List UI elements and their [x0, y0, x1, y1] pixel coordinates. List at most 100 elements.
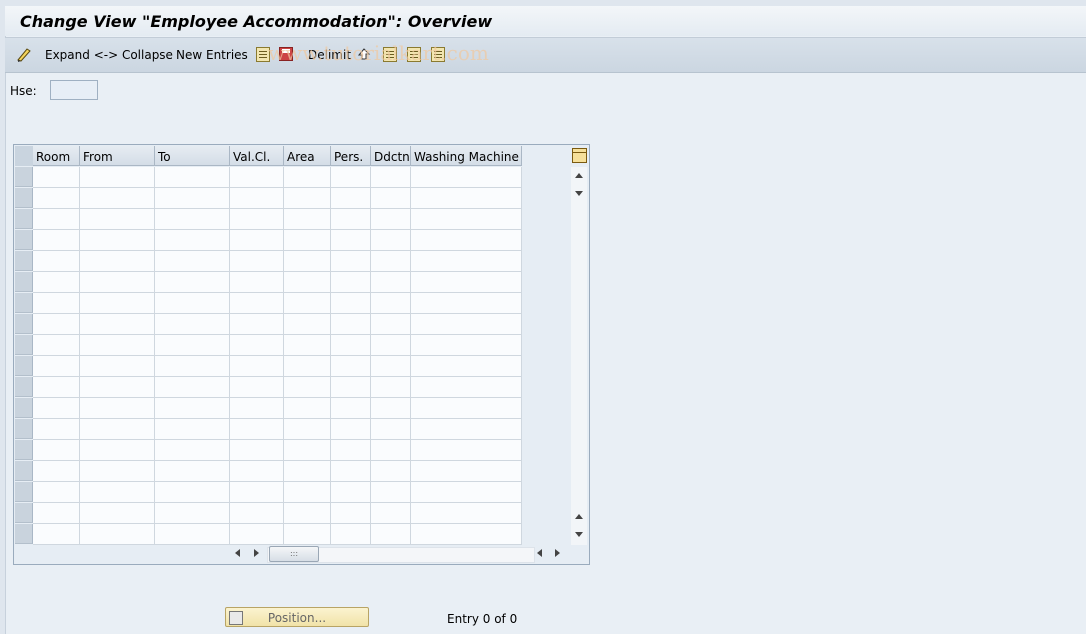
table-cell[interactable]: [411, 356, 522, 377]
table-cell[interactable]: [411, 209, 522, 230]
table-cell[interactable]: [284, 398, 331, 419]
table-cell[interactable]: [371, 314, 411, 335]
table-cell[interactable]: [155, 419, 230, 440]
table-cell[interactable]: [80, 272, 155, 293]
table-cell[interactable]: [371, 461, 411, 482]
table-cell[interactable]: [284, 209, 331, 230]
table-cell[interactable]: [284, 377, 331, 398]
table-cell[interactable]: [155, 230, 230, 251]
scroll-page-right-icon[interactable]: [555, 549, 560, 557]
table-cell[interactable]: [284, 314, 331, 335]
table-cell[interactable]: [411, 461, 522, 482]
table-cell[interactable]: [80, 230, 155, 251]
table-cell[interactable]: [371, 356, 411, 377]
table-cell[interactable]: [284, 335, 331, 356]
table-cell[interactable]: [284, 356, 331, 377]
table-cell[interactable]: [33, 398, 80, 419]
table-cell[interactable]: [371, 167, 411, 188]
table-cell[interactable]: [33, 524, 80, 545]
table-cell[interactable]: [371, 440, 411, 461]
table-cell[interactable]: [284, 272, 331, 293]
table-cell[interactable]: [33, 503, 80, 524]
table-cell[interactable]: [371, 272, 411, 293]
row-selector[interactable]: [15, 503, 33, 523]
column-header[interactable]: Val.Cl.: [230, 146, 284, 166]
table-cell[interactable]: [33, 293, 80, 314]
table-cell[interactable]: [331, 398, 371, 419]
scroll-down-icon[interactable]: [575, 191, 583, 196]
column-header[interactable]: Ddctn: [371, 146, 411, 166]
table-cell[interactable]: [230, 524, 284, 545]
table-cell[interactable]: [33, 314, 80, 335]
table-cell[interactable]: [371, 482, 411, 503]
table-cell[interactable]: [230, 440, 284, 461]
table-cell[interactable]: [230, 419, 284, 440]
table-cell[interactable]: [80, 419, 155, 440]
table-cell[interactable]: [80, 167, 155, 188]
scroll-page-left-icon[interactable]: [537, 549, 542, 557]
table-cell[interactable]: [80, 209, 155, 230]
row-selector[interactable]: [15, 482, 33, 502]
new-entries-button[interactable]: New Entries: [176, 48, 248, 62]
table-cell[interactable]: [230, 461, 284, 482]
scroll-page-up-icon[interactable]: [575, 514, 583, 519]
table-cell[interactable]: [411, 524, 522, 545]
row-selector[interactable]: [15, 356, 33, 376]
table-cell[interactable]: [411, 251, 522, 272]
table-cell[interactable]: [155, 335, 230, 356]
table-cell[interactable]: [331, 440, 371, 461]
table-cell[interactable]: [331, 167, 371, 188]
table-cell[interactable]: [284, 503, 331, 524]
table-cell[interactable]: [411, 272, 522, 293]
table-cell[interactable]: [230, 377, 284, 398]
table-cell[interactable]: [155, 377, 230, 398]
table-cell[interactable]: [411, 419, 522, 440]
table-cell[interactable]: [155, 524, 230, 545]
table-cell[interactable]: [284, 188, 331, 209]
table-cell[interactable]: [331, 293, 371, 314]
table-cell[interactable]: [155, 167, 230, 188]
table-cell[interactable]: [155, 188, 230, 209]
table-cell[interactable]: [80, 440, 155, 461]
table-cell[interactable]: [331, 314, 371, 335]
table-cell[interactable]: [230, 209, 284, 230]
table-cell[interactable]: [331, 482, 371, 503]
table-cell[interactable]: [230, 398, 284, 419]
table-cell[interactable]: [284, 251, 331, 272]
table-cell[interactable]: [155, 209, 230, 230]
row-selector[interactable]: [15, 377, 33, 397]
table-cell[interactable]: [33, 272, 80, 293]
table-cell[interactable]: [80, 377, 155, 398]
table-cell[interactable]: [230, 251, 284, 272]
table-cell[interactable]: [155, 314, 230, 335]
column-header[interactable]: Washing Machine: [411, 146, 522, 166]
column-header[interactable]: From: [80, 146, 155, 166]
table-cell[interactable]: [371, 251, 411, 272]
table-cell[interactable]: [331, 230, 371, 251]
table-cell[interactable]: [411, 167, 522, 188]
expand-collapse-button[interactable]: Expand <-> Collapse: [45, 48, 173, 62]
table-cell[interactable]: [80, 356, 155, 377]
table-cell[interactable]: [411, 314, 522, 335]
table-cell[interactable]: [371, 188, 411, 209]
table-cell[interactable]: [371, 230, 411, 251]
table-cell[interactable]: [411, 188, 522, 209]
table-cell[interactable]: [411, 293, 522, 314]
table-cell[interactable]: [230, 230, 284, 251]
table-cell[interactable]: [284, 419, 331, 440]
table-cell[interactable]: [80, 461, 155, 482]
select-all-rows-button[interactable]: [15, 146, 34, 166]
table-cell[interactable]: [80, 335, 155, 356]
table-cell[interactable]: [33, 356, 80, 377]
table-cell[interactable]: [230, 167, 284, 188]
row-selector[interactable]: [15, 251, 33, 271]
column-header[interactable]: Pers.: [331, 146, 371, 166]
column-header[interactable]: Room: [33, 146, 80, 166]
table-cell[interactable]: [331, 251, 371, 272]
table-cell[interactable]: [155, 503, 230, 524]
table-cell[interactable]: [80, 251, 155, 272]
table-cell[interactable]: [33, 335, 80, 356]
table-cell[interactable]: [80, 503, 155, 524]
vertical-scrollbar[interactable]: [571, 167, 587, 545]
row-selector[interactable]: [15, 314, 33, 334]
